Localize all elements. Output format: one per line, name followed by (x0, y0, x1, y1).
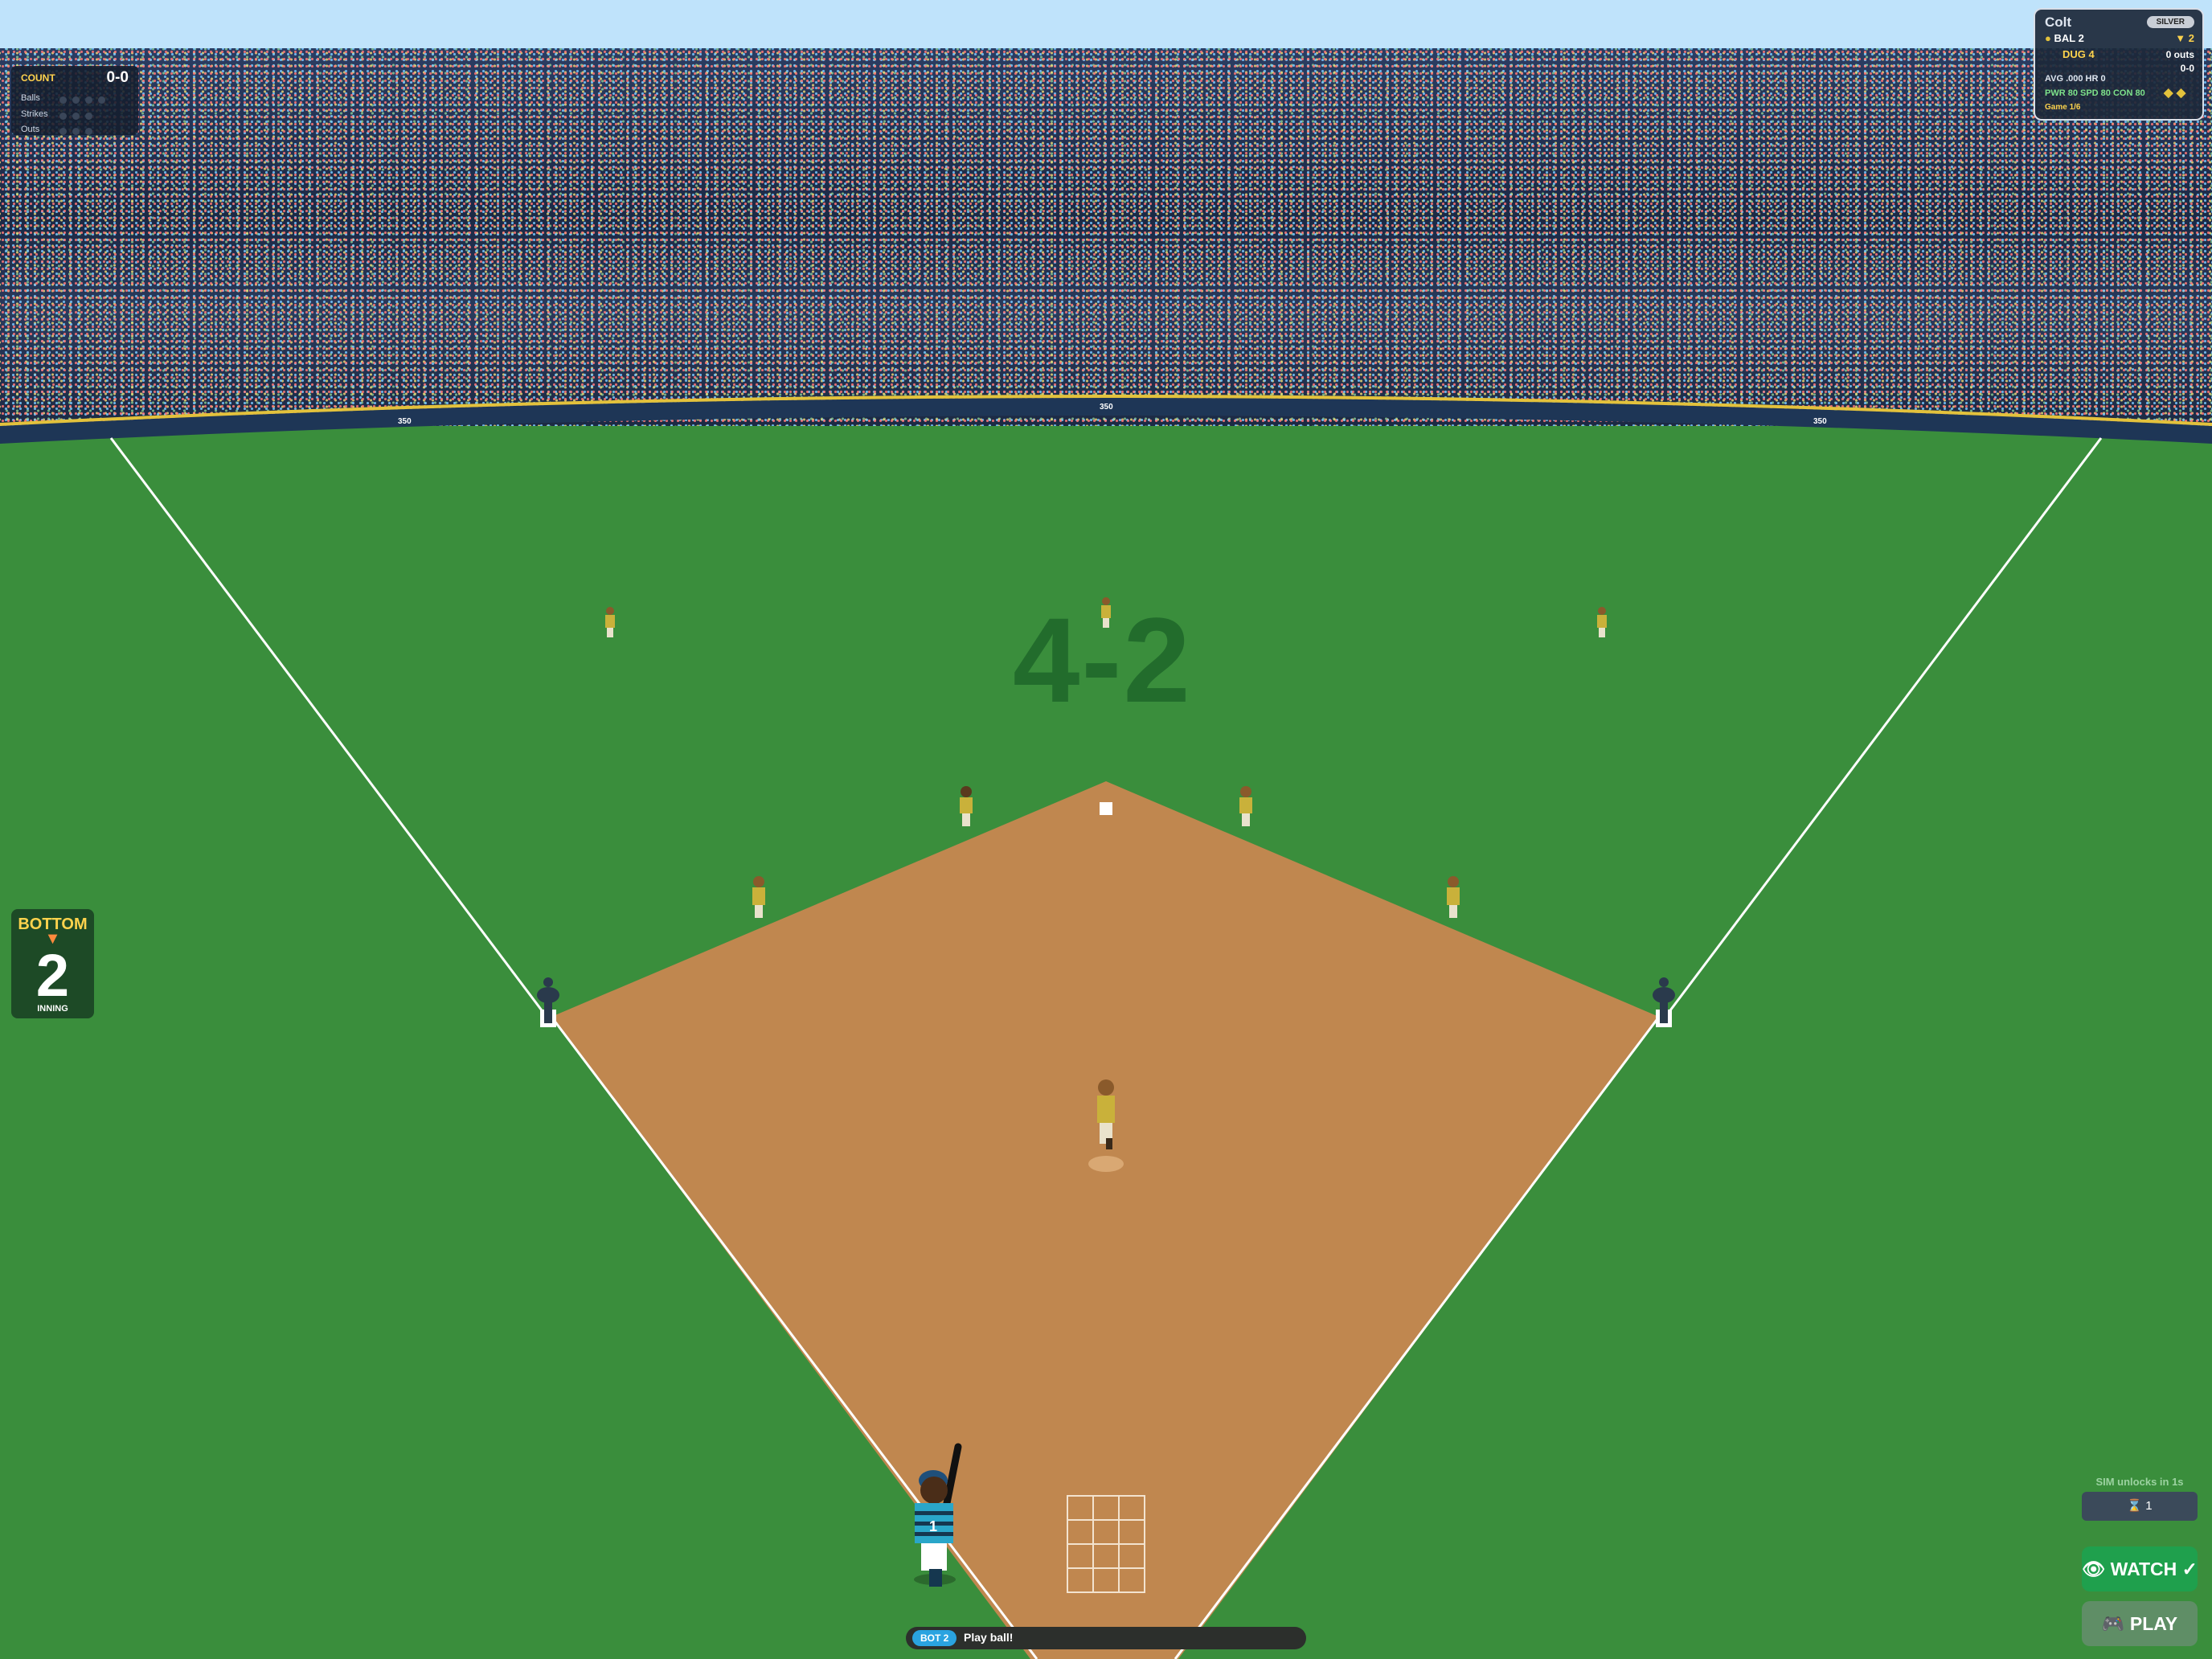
outs-text: 0 outs (2165, 49, 2194, 60)
fielder-third-base (752, 876, 765, 918)
wall-distance-right: 350 (1813, 417, 1827, 426)
wall-distance-left: 350 (398, 417, 412, 426)
outs-indicator (59, 125, 98, 139)
eye-icon: 👁 (2082, 1559, 2106, 1579)
baseball-icon: ● (2045, 32, 2051, 44)
strikes-indicator (59, 109, 98, 124)
watch-button[interactable]: 👁 WATCH ✓ (2082, 1546, 2198, 1591)
diamond-icon: ◆ ◆ (2164, 86, 2186, 100)
count-panel: COUNT 0-0 Balls Strikes Outs (11, 66, 138, 135)
fielder-second-base (1239, 786, 1252, 826)
sim-ticket-box: ⌛ 1 (2082, 1492, 2198, 1521)
field-score-text: 4-2 (1013, 592, 1192, 727)
play-button[interactable]: 🎮 PLAY (2082, 1601, 2198, 1646)
sim-ticket-count: 1 (2145, 1499, 2153, 1513)
infield-dirt (551, 781, 1659, 1659)
foul-line-right (1664, 437, 2103, 1018)
home-team-score: DUG 4 (2062, 48, 2095, 60)
inning-label: INNING (37, 1004, 68, 1014)
wall-distance-center: 350 (1100, 403, 1113, 412)
pitchers-mound (1088, 1156, 1124, 1172)
second-base (1100, 802, 1112, 815)
strikes-label: Strikes (21, 109, 48, 119)
game-progress: Game 1/6 (2045, 103, 2081, 112)
status-message: Play ball! (964, 1631, 1014, 1644)
outs-label: Outs (21, 125, 40, 134)
ratings-line: PWR 80 SPD 80 CON 80 (2045, 88, 2145, 98)
fielder-left-field (605, 607, 615, 637)
status-badge: BOT 2 (912, 1630, 957, 1646)
inning-indicator: ▼ 2 (2175, 32, 2194, 44)
balls-indicator (59, 93, 111, 108)
stats-line: AVG .000 HR 0 (2045, 74, 2106, 84)
player-name: Colt (2045, 14, 2072, 30)
player-tier-badge: SILVER (2146, 16, 2194, 28)
pitcher (1097, 1079, 1115, 1149)
player-card: Colt SILVER ● BAL 2 ▼ 2 DUG 4 0 outs 0-0… (2034, 8, 2204, 121)
hourglass-icon: ⌛ (2127, 1499, 2143, 1513)
balls-label: Balls (21, 93, 40, 103)
fielder-right-field (1597, 607, 1607, 637)
coach-third-base (1653, 977, 1675, 1027)
coach-first-base (537, 977, 559, 1027)
away-team-score: ● BAL 2 (2045, 32, 2084, 44)
status-bar: BOT 2 Play ball! (906, 1627, 1306, 1649)
fielder-shortstop (960, 786, 973, 826)
baseball-field: 350 350 350 1 (0, 395, 2212, 1659)
batter-jersey-number: 1 (929, 1518, 937, 1534)
count-header: COUNT (21, 72, 55, 84)
fielder-first-base (1447, 876, 1460, 918)
count-value: 0-0 (106, 69, 129, 86)
gamepad-icon: 🎮 (2101, 1613, 2125, 1634)
sim-unlock-text: SIM unlocks in 1s (2095, 1476, 2184, 1488)
card-count: 0-0 (2180, 63, 2194, 74)
inning-number: 2 (35, 942, 70, 1009)
inning-panel: BOTTOM ▼ 2 INNING (11, 909, 94, 1018)
foul-line-left (109, 437, 548, 1018)
